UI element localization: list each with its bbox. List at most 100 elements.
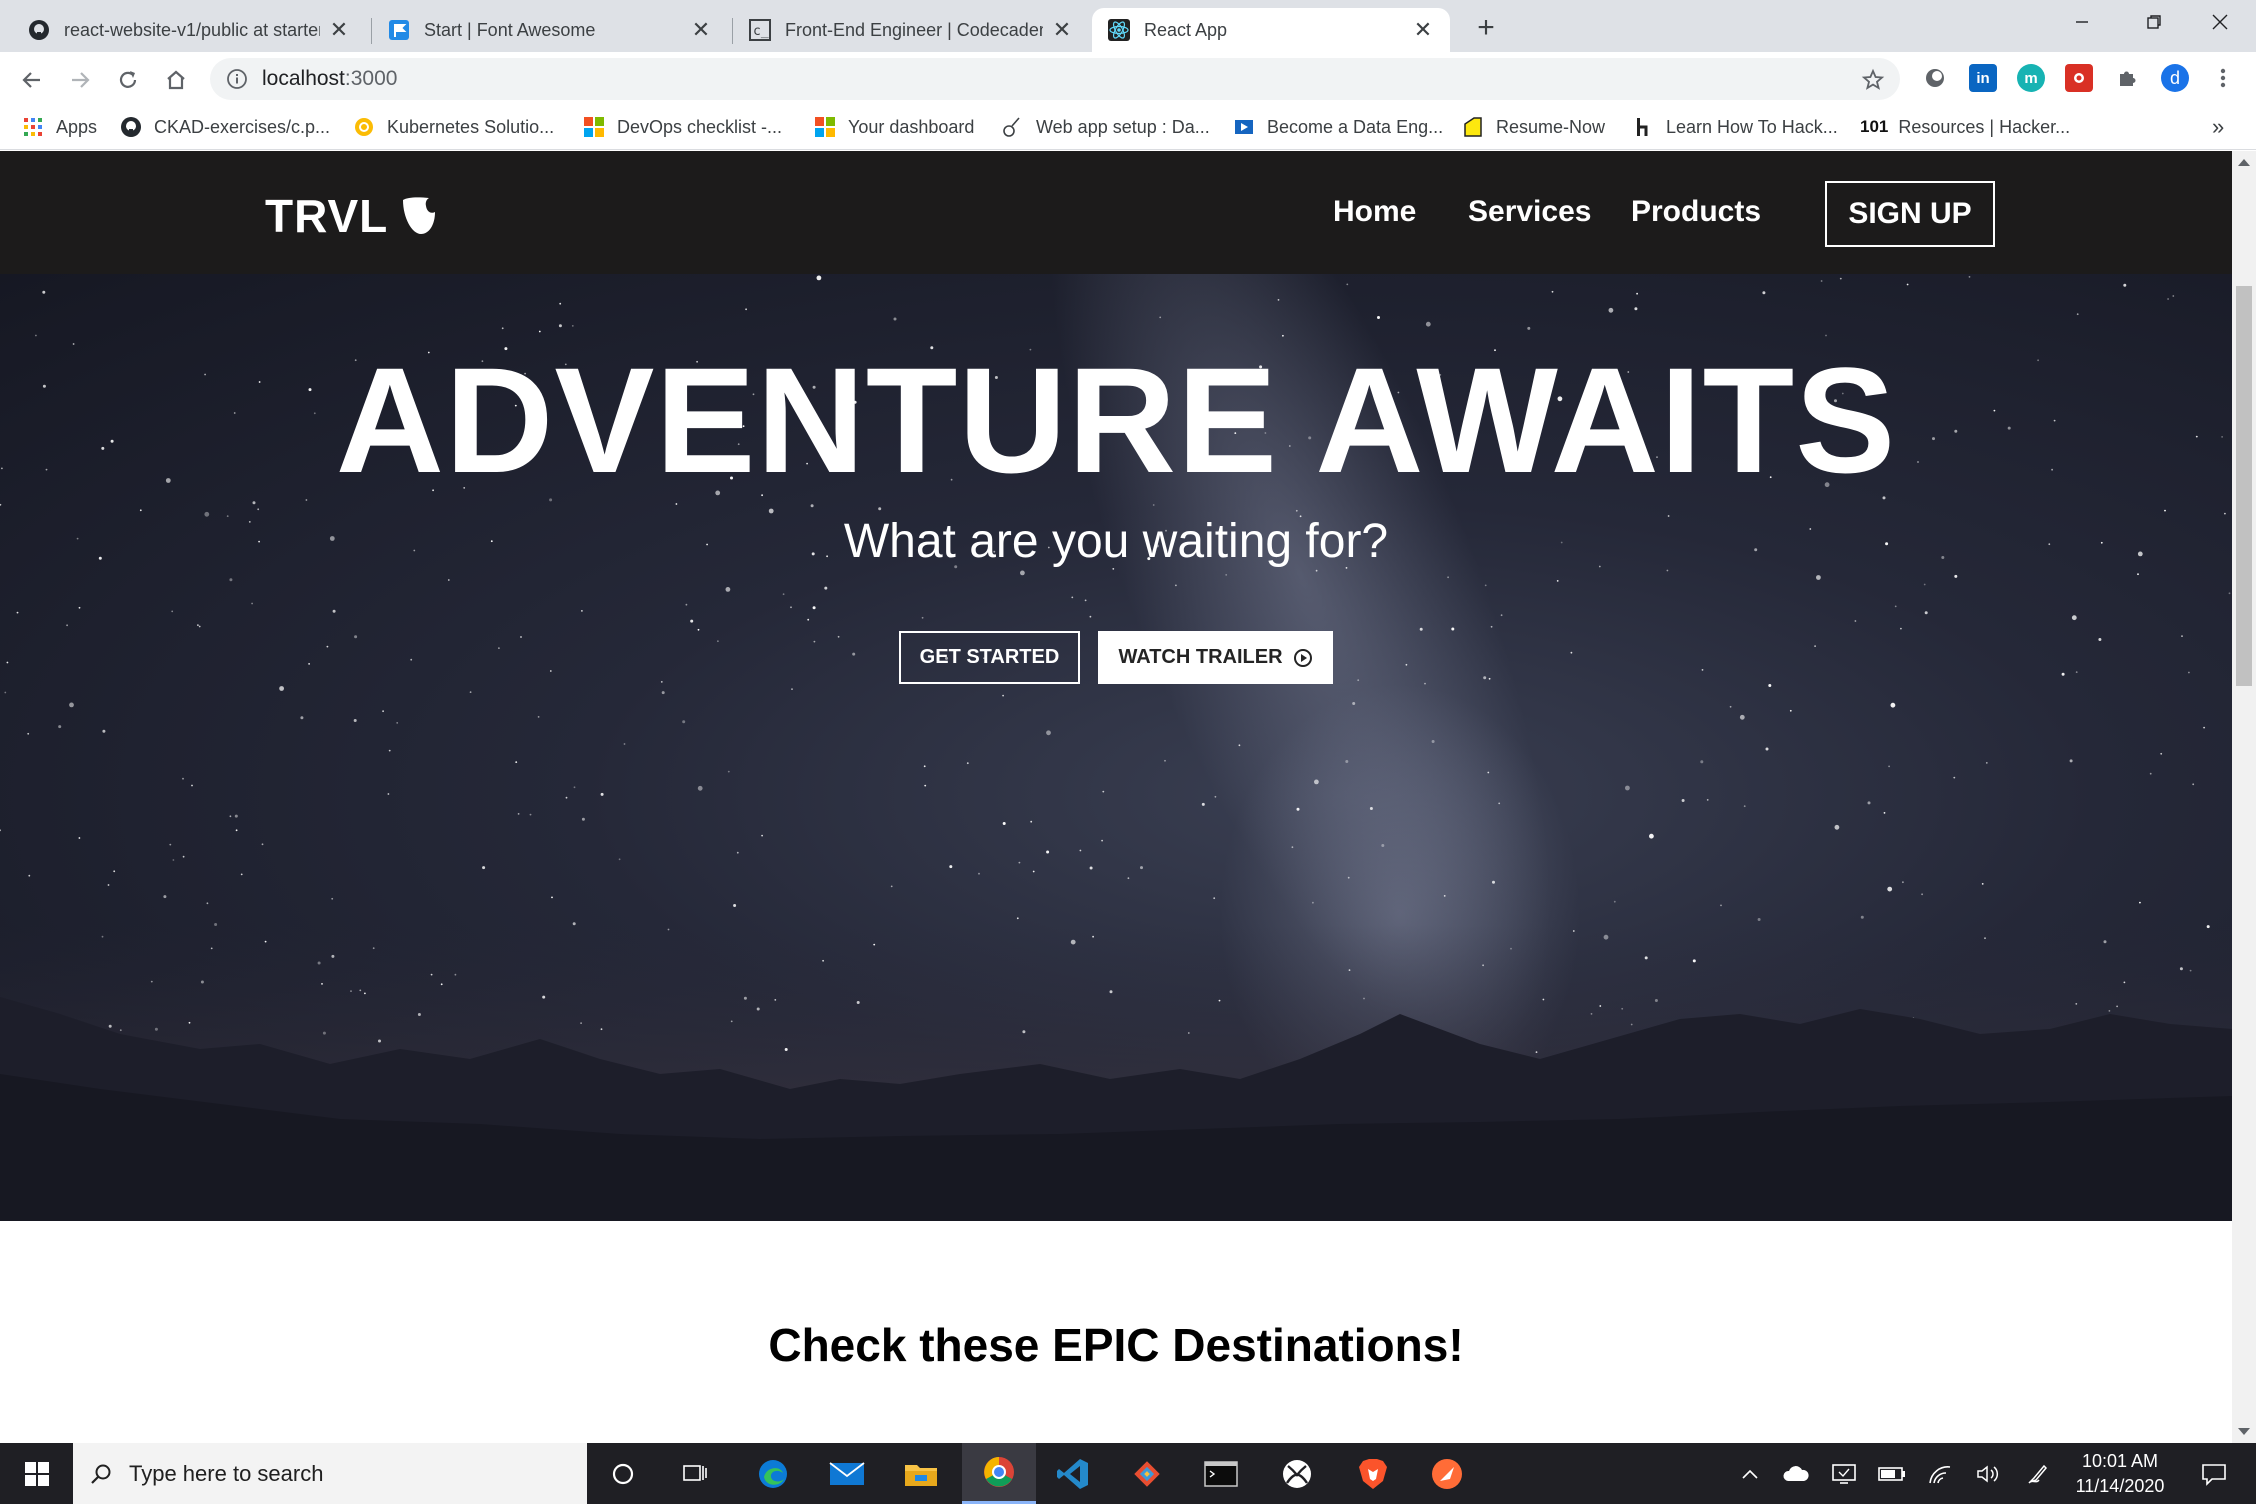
- linkedin-icon[interactable]: in: [1969, 64, 1997, 92]
- star: [837, 635, 840, 638]
- minimize-button[interactable]: [2046, 0, 2118, 44]
- taskbar-git[interactable]: [1112, 1443, 1182, 1504]
- close-icon[interactable]: ✕: [1412, 19, 1434, 41]
- taskbar-chrome[interactable]: [962, 1443, 1036, 1504]
- extension-m-icon[interactable]: m: [2017, 64, 2045, 92]
- tab-codecademy[interactable]: c_ Front-End Engineer | Codecademy ✕: [733, 8, 1089, 52]
- pen-tray[interactable]: [2018, 1443, 2058, 1504]
- nav-home-link[interactable]: Home: [1333, 195, 1416, 229]
- bookmark-devops[interactable]: DevOps checklist -...: [583, 114, 782, 140]
- star: [498, 647, 500, 649]
- star: [1101, 839, 1103, 842]
- close-icon[interactable]: ✕: [690, 19, 712, 41]
- window-close-button[interactable]: [2184, 0, 2256, 44]
- action-center-button[interactable]: [2190, 1443, 2238, 1504]
- bookmark-ckad[interactable]: CKAD-exercises/c.p...: [120, 114, 330, 140]
- bookmark-label: Apps: [56, 116, 98, 137]
- page-scrollbar[interactable]: [2232, 151, 2256, 1443]
- extension-circle-icon[interactable]: [1921, 64, 1949, 92]
- display-tray[interactable]: [1824, 1443, 1864, 1504]
- taskbar-clock[interactable]: 10:01 AM 11/14/2020: [2065, 1449, 2175, 1499]
- start-button[interactable]: [0, 1443, 73, 1504]
- star: [2069, 759, 2073, 763]
- bookmark-hackerone[interactable]: Learn How To Hack...: [1632, 114, 1838, 140]
- star: [200, 980, 204, 984]
- address-bar[interactable]: localhost:3000: [210, 58, 1900, 100]
- tab-font-awesome[interactable]: Start | Font Awesome ✕: [372, 8, 728, 52]
- bookmark-apps[interactable]: Apps: [22, 114, 97, 140]
- bookmark-webapp-setup[interactable]: Web app setup : Da...: [1002, 114, 1210, 140]
- star: [1315, 569, 1318, 572]
- taskbar-mail[interactable]: [812, 1443, 882, 1504]
- taskbar-vscode[interactable]: [1038, 1443, 1108, 1504]
- star: [807, 618, 810, 621]
- scrollbar-thumb[interactable]: [2236, 286, 2252, 686]
- tab-react-app[interactable]: React App ✕: [1092, 8, 1450, 52]
- star: [1109, 990, 1113, 994]
- get-started-button[interactable]: GET STARTED: [899, 631, 1080, 684]
- star: [2160, 752, 2163, 755]
- bookmark-kubernetes[interactable]: Kubernetes Solutio...: [353, 114, 554, 140]
- star: [1900, 627, 1902, 630]
- taskbar-edge[interactable]: [738, 1443, 808, 1504]
- forward-button[interactable]: [60, 60, 100, 100]
- star: [482, 866, 486, 870]
- bookmark-hacker101[interactable]: 101 Resources | Hacker...: [1860, 114, 2070, 140]
- show-hidden-icons-button[interactable]: [1732, 1443, 1768, 1504]
- taskbar-file-explorer[interactable]: [886, 1443, 956, 1504]
- kubernetes-icon: [353, 116, 375, 138]
- bookmark-label: Your dashboard: [848, 116, 975, 137]
- bookmarks-overflow-button[interactable]: »: [2212, 114, 2224, 140]
- taskbar-terminal[interactable]: [1186, 1443, 1256, 1504]
- taskbar-xbox[interactable]: [1262, 1443, 1332, 1504]
- browser-toolbar: localhost:3000 in m d: [0, 52, 2256, 104]
- back-button[interactable]: [12, 60, 52, 100]
- battery-tray[interactable]: [1872, 1443, 1912, 1504]
- nav-products-link[interactable]: Products: [1631, 195, 1761, 229]
- star: [893, 317, 897, 321]
- star: [784, 1048, 788, 1051]
- star: [321, 983, 323, 985]
- star: [768, 508, 774, 514]
- kebab-menu-icon[interactable]: [2209, 64, 2237, 92]
- watch-trailer-button[interactable]: WATCH TRAILER: [1098, 631, 1333, 684]
- cortana-button[interactable]: [588, 1443, 658, 1504]
- site-logo[interactable]: TRVL: [265, 189, 438, 243]
- star: [1867, 801, 1871, 805]
- star: [581, 817, 585, 821]
- reload-button[interactable]: [108, 60, 148, 100]
- profile-avatar[interactable]: d: [2161, 64, 2189, 92]
- star: [353, 719, 357, 722]
- bookmark-data-eng[interactable]: Become a Data Eng...: [1233, 114, 1443, 140]
- star: [1706, 799, 1709, 801]
- new-tab-button[interactable]: +: [1466, 8, 1506, 48]
- close-icon[interactable]: ✕: [1051, 19, 1073, 41]
- extension-red-icon[interactable]: [2065, 64, 2093, 92]
- mail-icon: [829, 1461, 865, 1485]
- task-view-button[interactable]: [660, 1443, 730, 1504]
- scroll-up-icon[interactable]: [2238, 159, 2250, 166]
- tab-github-react-website[interactable]: react-website-v1/public at starter ✕: [12, 8, 366, 52]
- star: [1295, 509, 1298, 512]
- bookmark-dashboard[interactable]: Your dashboard: [814, 114, 974, 140]
- scroll-down-icon[interactable]: [2238, 1428, 2250, 1435]
- close-icon[interactable]: ✕: [328, 19, 350, 41]
- nav-services-link[interactable]: Services: [1468, 195, 1591, 229]
- taskbar-postman[interactable]: [1412, 1443, 1482, 1504]
- wifi-tray[interactable]: [1920, 1443, 1960, 1504]
- font-awesome-flag-icon: [388, 19, 410, 41]
- puzzle-extensions-icon[interactable]: [2113, 64, 2141, 92]
- restore-button[interactable]: [2118, 0, 2190, 44]
- volume-tray[interactable]: [1968, 1443, 2008, 1504]
- taskbar-search-box[interactable]: Type here to search: [73, 1443, 587, 1504]
- star: [661, 691, 665, 695]
- taskbar-brave[interactable]: [1338, 1443, 1408, 1504]
- bookmark-star-button[interactable]: [1853, 60, 1893, 100]
- onedrive-tray[interactable]: [1776, 1443, 1816, 1504]
- bookmark-resume-now[interactable]: Resume-Now: [1462, 114, 1605, 140]
- info-icon[interactable]: [226, 68, 248, 90]
- postman-icon: [1432, 1458, 1462, 1489]
- signup-button[interactable]: SIGN UP: [1825, 181, 1995, 247]
- star: [1890, 702, 1896, 708]
- home-button[interactable]: [156, 60, 196, 100]
